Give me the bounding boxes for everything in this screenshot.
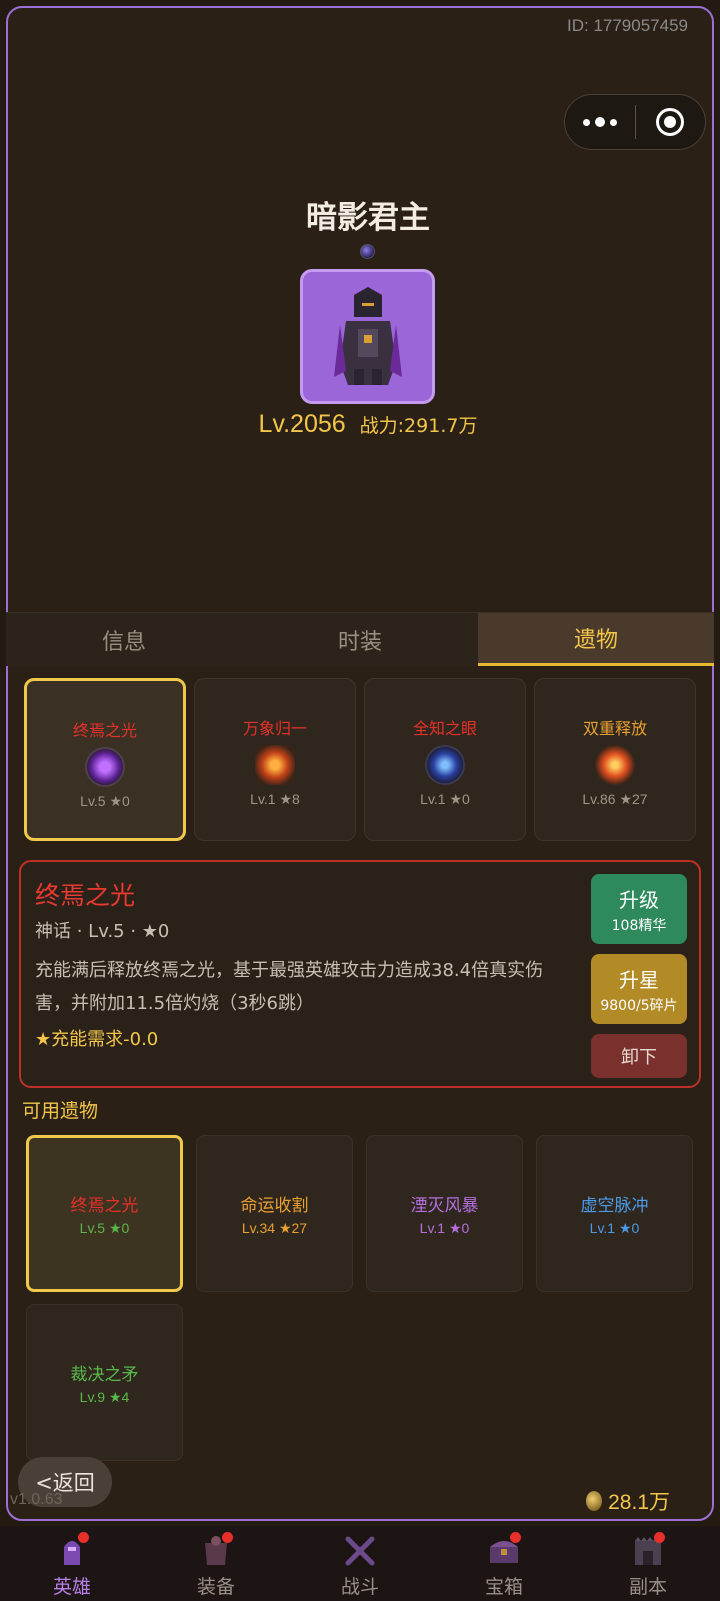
star-up-cost: 9800/5碎片 (600, 997, 678, 1014)
unequip-button[interactable]: 卸下 (591, 1034, 687, 1078)
notification-dot (222, 1532, 233, 1543)
fire-heart-icon (255, 745, 295, 785)
purple-orb-icon (85, 747, 125, 787)
more-button[interactable] (565, 95, 635, 149)
nav-hero[interactable]: 英雄 (0, 1526, 144, 1601)
unequip-label: 卸下 (621, 1047, 657, 1068)
notification-dot (654, 1532, 665, 1543)
upgrade-label: 升级 (619, 887, 659, 912)
nav-dungeon-label: 副本 (628, 1576, 667, 1598)
hero-gem-icon (360, 244, 375, 259)
currency-display: 28.1万 (586, 1486, 670, 1516)
relic-detail-panel: 终焉之光 神话 · Lv.5 · ★0 充能满后释放终焉之光，基于最强英雄攻击力… (19, 860, 701, 1088)
available-relic-name: 裁决之矛 (70, 1364, 139, 1385)
available-relic-card[interactable]: 裁决之矛 Lv.9 ★4 (26, 1304, 183, 1461)
available-relic-name: 湮灭风暴 (410, 1195, 479, 1216)
more-dots-icon (582, 117, 617, 127)
relic-stats: Lv.86 ★27 (582, 791, 648, 807)
close-miniprogram-button[interactable] (636, 95, 706, 149)
notification-dot (510, 1532, 521, 1543)
user-id: ID: 1779057459 (567, 16, 688, 35)
hero-stats: Lv.2056 战力:291.7万 (8, 410, 712, 439)
tab-info[interactable]: 信息 (6, 613, 242, 666)
upgrade-cost: 108精华 (611, 917, 667, 934)
dark-knight-icon (333, 286, 402, 385)
relic-name: 万象归一 (242, 719, 307, 738)
available-relics-title: 可用遗物 (22, 1100, 99, 1122)
hero-tabs: 信息 时装 遗物 (6, 612, 714, 666)
relic-name: 双重释放 (582, 719, 647, 738)
star-up-label: 升星 (619, 967, 659, 992)
equipped-relic-slot[interactable]: 终焉之光 Lv.5 ★0 (24, 678, 186, 841)
relic-stats: Lv.5 ★0 (80, 793, 130, 809)
nav-chest[interactable]: 宝箱 (432, 1526, 576, 1601)
detail-relic-description: 充能满后释放终焉之光，基于最强英雄攻击力造成38.4倍真实伤害，并附加11.5倍… (35, 960, 544, 1014)
available-relic-card[interactable]: 虚空脉冲 Lv.1 ★0 (536, 1135, 693, 1292)
detail-relic-requirement: ★充能需求-0.0 (35, 1029, 159, 1050)
nav-battle-label: 战斗 (340, 1576, 379, 1598)
available-relic-stats: Lv.5 ★0 (79, 1219, 130, 1236)
equipped-relic-slot[interactable]: 双重释放 Lv.86 ★27 (534, 678, 696, 841)
available-relic-card[interactable]: 终焉之光 Lv.5 ★0 (26, 1135, 183, 1292)
star-up-button[interactable]: 升星 9800/5碎片 (591, 954, 687, 1024)
nav-chest-label: 宝箱 (484, 1576, 523, 1598)
available-relic-card[interactable]: 湮灭风暴 Lv.1 ★0 (366, 1135, 523, 1292)
bottom-nav: 英雄 装备 战斗 宝箱 副本 (0, 1526, 720, 1601)
available-relic-name: 虚空脉冲 (580, 1195, 649, 1216)
tab-costume[interactable]: 时装 (242, 613, 478, 666)
currency-amount: 28.1万 (608, 1491, 670, 1514)
available-relic-stats: Lv.1 ★0 (589, 1219, 640, 1236)
available-relic-stats: Lv.9 ★4 (79, 1388, 130, 1405)
available-relic-card[interactable]: 命运收割 Lv.34 ★27 (196, 1135, 353, 1292)
blue-eye-icon (425, 745, 465, 785)
hero-level: Lv.2056 (258, 410, 346, 438)
nav-hero-label: 英雄 (52, 1576, 91, 1598)
relic-stats: Lv.1 ★0 (420, 791, 470, 807)
relic-name: 全知之眼 (412, 719, 477, 738)
detail-relic-meta: 神话 · Lv.5 · ★0 (35, 921, 170, 942)
nav-equipment[interactable]: 装备 (144, 1526, 288, 1601)
notification-dot (78, 1532, 89, 1543)
fire-spiral-icon (595, 745, 635, 785)
available-relic-stats: Lv.34 ★27 (241, 1219, 308, 1236)
hero-portrait[interactable] (300, 269, 435, 404)
miniprogram-capsule (564, 94, 706, 150)
hero-power: 战力:291.7万 (359, 415, 478, 437)
coin-icon (586, 1491, 603, 1511)
battle-icon (343, 1534, 377, 1568)
relic-stats: Lv.1 ★8 (250, 791, 300, 807)
equipped-relic-slot[interactable]: 万象归一 Lv.1 ★8 (194, 678, 356, 841)
available-relics-grid: 终焉之光 Lv.5 ★0 命运收割 Lv.34 ★27 湮灭风暴 Lv.1 ★0… (26, 1135, 696, 1461)
equipped-relics: 终焉之光 Lv.5 ★0 万象归一 Lv.1 ★8 全知之眼 Lv.1 ★0 双… (24, 678, 696, 841)
relic-name: 终焉之光 (72, 721, 137, 740)
detail-relic-name: 终焉之光 (35, 881, 136, 910)
nav-equipment-label: 装备 (196, 1576, 235, 1598)
target-icon (656, 108, 685, 136)
version-label: v1.0.63 (10, 1491, 63, 1508)
available-relic-name: 终焉之光 (70, 1195, 139, 1216)
nav-dungeon[interactable]: 副本 (576, 1526, 720, 1601)
upgrade-button[interactable]: 升级 108精华 (591, 874, 687, 944)
nav-battle[interactable]: 战斗 (288, 1526, 432, 1601)
available-relic-name: 命运收割 (240, 1195, 309, 1216)
equipped-relic-slot[interactable]: 全知之眼 Lv.1 ★0 (364, 678, 526, 841)
hero-name: 暗影君主 (306, 200, 430, 236)
available-relic-stats: Lv.1 ★0 (419, 1219, 470, 1236)
tab-relics[interactable]: 遗物 (478, 613, 714, 666)
